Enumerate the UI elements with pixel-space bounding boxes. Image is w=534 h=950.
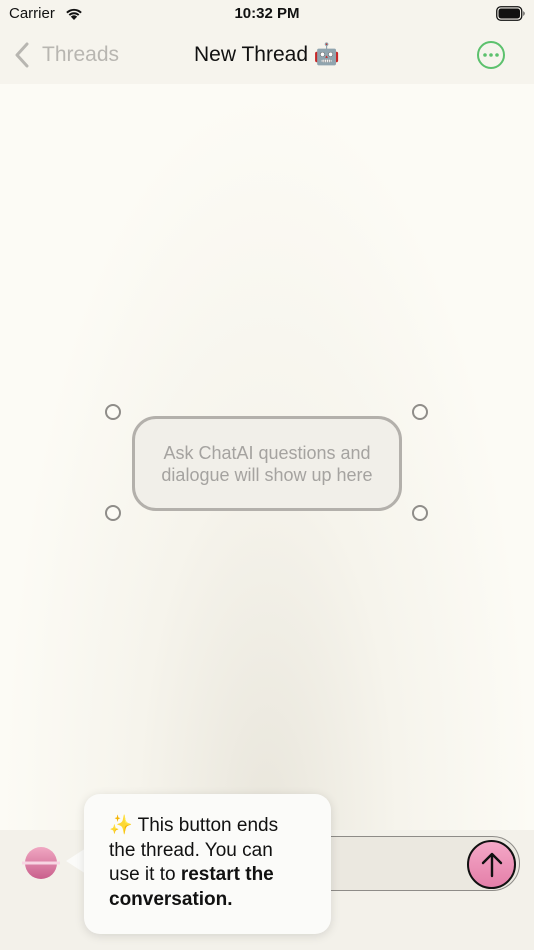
more-options-button[interactable] xyxy=(477,41,505,69)
resize-handle-bottom-right xyxy=(412,505,428,521)
tooltip-pointer xyxy=(66,848,86,874)
empty-thread-text: Ask ChatAI questions and dialogue will s… xyxy=(161,442,373,485)
resize-handle-top-right xyxy=(412,404,428,420)
status-bar: Carrier 10:32 PM xyxy=(0,0,534,30)
battery-icon xyxy=(496,6,525,21)
empty-thread-placeholder: Ask ChatAI questions and dialogue will s… xyxy=(132,416,402,511)
resize-handle-top-left xyxy=(105,404,121,420)
sparkles-icon: ✨ xyxy=(109,815,133,836)
navigation-bar: Threads New Thread 🤖 xyxy=(0,30,534,84)
clock: 10:32 PM xyxy=(234,5,300,22)
resize-handle-bottom-left xyxy=(105,505,121,521)
onboarding-tooltip: ✨ This button ends the thread. You can u… xyxy=(84,794,331,934)
arrow-up-icon xyxy=(481,852,502,877)
end-thread-button[interactable] xyxy=(22,846,60,880)
page-title: New Thread 🤖 xyxy=(194,43,340,66)
ellipsis-icon xyxy=(483,53,499,57)
send-button[interactable] xyxy=(467,840,516,889)
